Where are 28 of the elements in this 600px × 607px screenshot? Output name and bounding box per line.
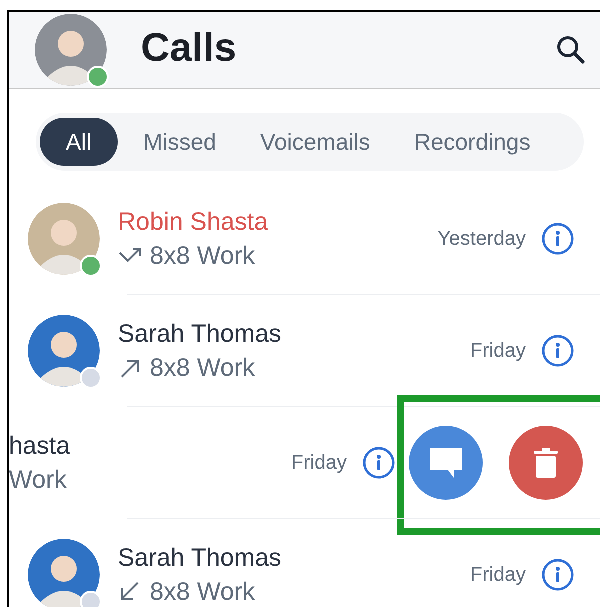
call-line: Work <box>9 465 67 496</box>
call-time: Yesterday <box>438 227 526 252</box>
speech-bubble-icon <box>429 447 463 479</box>
page-title: Calls <box>141 28 237 68</box>
call-line: 8x8 Work <box>150 241 256 272</box>
caller-name: Sarah Thomas <box>118 319 282 350</box>
search-icon[interactable] <box>556 35 586 65</box>
caller-name: Sarah Thomas <box>118 543 282 574</box>
filter-tab[interactable]: Recordings <box>396 118 549 166</box>
caller-name: hasta <box>9 431 70 462</box>
trash-icon <box>534 448 558 478</box>
filter-tab[interactable]: Voicemails <box>242 118 388 166</box>
call-line: 8x8 Work <box>150 353 256 384</box>
info-icon[interactable] <box>542 223 574 255</box>
avatar-silhouette <box>35 14 107 86</box>
info-icon[interactable] <box>542 559 574 591</box>
avatar-silhouette <box>28 315 100 387</box>
info-icon[interactable] <box>542 335 574 367</box>
avatar-silhouette <box>28 203 100 275</box>
call-time: Friday <box>470 339 526 364</box>
call-time: Friday <box>291 451 347 476</box>
call-line: 8x8 Work <box>150 577 256 607</box>
filter-tab[interactable]: All <box>40 118 118 166</box>
caller-name: Robin Shasta <box>118 207 268 238</box>
call-time: Friday <box>470 563 526 588</box>
filter-tab[interactable]: Missed <box>126 118 234 166</box>
info-icon[interactable] <box>363 447 395 479</box>
avatar-silhouette <box>28 539 100 607</box>
